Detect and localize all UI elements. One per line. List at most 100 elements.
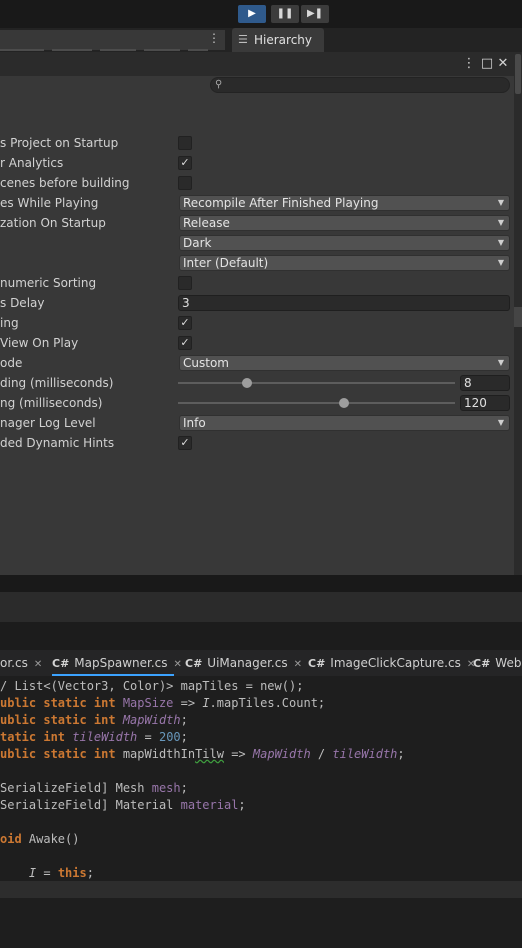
setting-number-field[interactable]: 3 [178, 295, 510, 311]
preferences-window: ⋮ □ ✕ ⚲ s Project on Startup r Analytics ✓… [0, 52, 522, 575]
close-icon[interactable]: ✕ [294, 659, 302, 670]
setting-checkbox[interactable]: ✓ [178, 316, 192, 330]
slider-value-field[interactable]: 8 [460, 375, 510, 391]
setting-checkbox[interactable]: ✓ [178, 336, 192, 350]
setting-label: nager Log Level [0, 416, 96, 430]
setting-label: ded Dynamic Hints [0, 436, 115, 450]
pause-button[interactable]: ❚❚ [271, 5, 299, 23]
code-token: SerializeField] Mesh [0, 781, 152, 795]
editor-tab[interactable]: C# Webs [473, 650, 522, 676]
csharp-icon: C# [185, 657, 203, 670]
code-line: I = this; [0, 865, 94, 882]
tab-stub[interactable] [0, 49, 44, 51]
csharp-icon: C# [52, 657, 70, 670]
chevron-down-icon: ▼ [497, 418, 504, 427]
code-token: ; [397, 747, 405, 761]
close-icon[interactable]: ✕ [34, 659, 42, 670]
setting-checkbox[interactable]: ✓ [178, 156, 192, 170]
setting-dropdown[interactable]: Recompile After Finished Playing ▼ [179, 195, 510, 211]
panel-divider [0, 622, 522, 650]
csharp-icon: C# [473, 657, 491, 670]
tab-menu-icon[interactable]: ⋮ [208, 31, 220, 45]
editor-tab[interactable]: or.cs ✕ [0, 650, 42, 676]
dropdown-value: Release [183, 216, 230, 230]
tab-stub[interactable] [188, 49, 208, 51]
setting-dropdown[interactable]: Release ▼ [179, 215, 510, 231]
dropdown-value: Dark [183, 236, 212, 250]
hierarchy-tab-label: Hierarchy [254, 33, 313, 47]
code-editor[interactable]: / List<(Vector3, Color)> mapTiles = new(… [0, 678, 522, 882]
code-token: this [57, 866, 87, 880]
tab-stub[interactable] [144, 49, 180, 51]
code-token: / List<(Vector3, Color)> mapTiles = new(… [0, 679, 304, 693]
chevron-down-icon: ▼ [497, 218, 504, 227]
check-icon: ✓ [180, 316, 190, 329]
play-icon: ▶ [248, 8, 256, 19]
editor-tab-label: or.cs [0, 656, 28, 670]
setting-checkbox[interactable] [178, 136, 192, 150]
slider-track[interactable] [178, 382, 455, 384]
setting-label: ing [0, 316, 19, 330]
panel-edge [514, 307, 522, 327]
search-input[interactable]: ⚲ [210, 77, 510, 93]
chevron-down-icon: ▼ [497, 358, 504, 367]
scrollbar-thumb[interactable] [515, 54, 521, 94]
editor-tab-label: MapSpawner.cs [74, 656, 168, 670]
code-token: Awake() [28, 832, 80, 846]
setting-dropdown[interactable]: Info ▼ [179, 415, 510, 431]
dropdown-value: Info [183, 416, 206, 430]
code-token: ublic static int [0, 747, 123, 761]
code-token: ; [86, 866, 94, 880]
code-token: tileWidth [332, 747, 398, 761]
chevron-down-icon: ▼ [497, 198, 504, 207]
dropdown-value: Inter (Default) [183, 256, 269, 270]
setting-label: es While Playing [0, 196, 99, 210]
slider-knob[interactable] [242, 378, 253, 388]
setting-label: zation On Startup [0, 216, 106, 230]
slider-value-field[interactable]: 120 [460, 395, 510, 411]
editor-tab[interactable]: C# ImageClickCapture.cs ✕ [308, 650, 475, 676]
check-icon: ✓ [180, 156, 190, 169]
tab-stub[interactable] [100, 49, 136, 51]
step-icon: ▶❚ [306, 8, 324, 19]
editor-empty-area [0, 898, 522, 948]
code-token: tatic int [0, 730, 73, 744]
step-button[interactable]: ▶❚ [301, 5, 329, 23]
setting-dropdown[interactable]: Dark ▼ [179, 235, 510, 251]
maximize-icon[interactable]: □ [479, 55, 495, 73]
window-titlebar [0, 52, 514, 76]
chevron-down-icon: ▼ [497, 238, 504, 247]
tab-stub[interactable] [52, 49, 92, 51]
dropdown-value: Recompile After Finished Playing [183, 196, 379, 210]
setting-dropdown[interactable]: Custom ▼ [179, 355, 510, 371]
code-line: / List<(Vector3, Color)> mapTiles = new(… [0, 678, 303, 695]
editor-tab-label: ImageClickCapture.cs [330, 656, 461, 670]
slider-knob[interactable] [339, 398, 350, 408]
code-token: mesh [151, 781, 181, 795]
tab-hierarchy[interactable]: ☰ Hierarchy [232, 28, 324, 52]
collapsed-tabs[interactable] [0, 30, 225, 51]
panel-divider [0, 575, 522, 592]
code-token: SerializeField] Material [0, 798, 181, 812]
code-token: .mapTiles.Count; [209, 696, 326, 710]
code-token: ; [180, 730, 188, 744]
setting-checkbox[interactable] [178, 276, 192, 290]
setting-checkbox[interactable] [178, 176, 192, 190]
code-token: 200 [158, 730, 181, 744]
code-line: ublic static int MapSize => I.mapTiles.C… [0, 695, 325, 712]
hierarchy-icon: ☰ [238, 33, 248, 46]
window-menu-icon[interactable]: ⋮ [461, 55, 477, 73]
close-icon[interactable]: ✕ [495, 55, 511, 73]
code-token: MapWidth [122, 713, 181, 727]
slider-track[interactable] [178, 402, 455, 404]
close-icon[interactable]: ✕ [174, 659, 182, 670]
play-button[interactable]: ▶ [238, 5, 266, 23]
setting-dropdown[interactable]: Inter (Default) ▼ [179, 255, 510, 271]
code-line: ublic static int MapWidth; [0, 712, 188, 729]
dropdown-value: Custom [183, 356, 229, 370]
editor-tab[interactable]: C# UiManager.cs ✕ [185, 650, 302, 676]
editor-tab[interactable]: C# MapSpawner.cs ✕ [52, 650, 182, 676]
code-token: ublic static int [0, 713, 123, 727]
setting-checkbox[interactable]: ✓ [178, 436, 192, 450]
code-token: I [202, 696, 210, 710]
